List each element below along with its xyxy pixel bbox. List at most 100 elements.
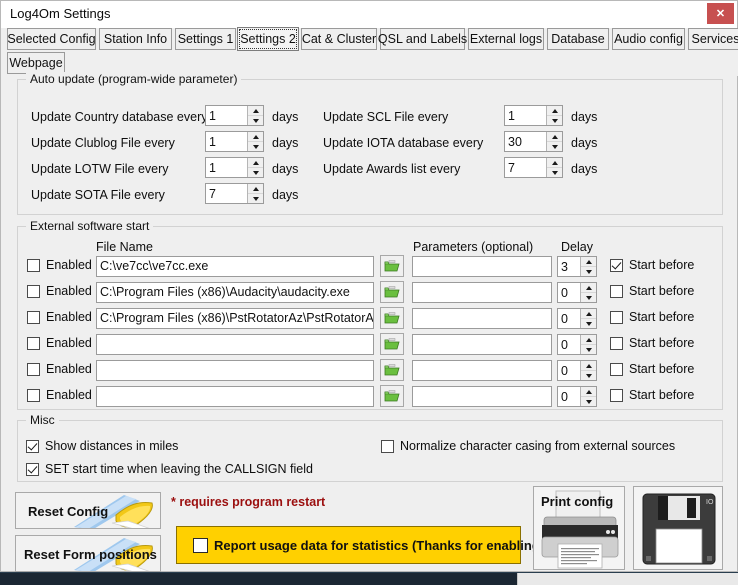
folder-open-icon[interactable] (380, 385, 404, 407)
external-delay-stepper-3[interactable]: 0 (557, 308, 597, 329)
report-usage-panel[interactable]: Report usage data for statistics (Thanks… (176, 526, 544, 564)
stepper-arrows[interactable] (580, 309, 596, 328)
update-clublog-value[interactable]: 1 (206, 132, 247, 151)
stepper-up-icon[interactable] (547, 158, 562, 167)
stepper-arrows[interactable] (580, 335, 596, 354)
folder-open-icon[interactable] (380, 281, 404, 303)
external-delay-value-5[interactable]: 0 (558, 361, 580, 380)
update-scl-value[interactable]: 1 (505, 106, 546, 125)
stepper-up-icon[interactable] (581, 283, 596, 292)
checkbox-icon[interactable] (610, 310, 623, 324)
checkbox-icon[interactable] (610, 258, 623, 272)
update-country-db-value[interactable]: 1 (206, 106, 247, 125)
external-filename-4[interactable] (96, 334, 374, 355)
external-row-start-before-5[interactable]: Start before (610, 362, 694, 376)
stepper-up-icon[interactable] (581, 387, 596, 396)
stepper-down-icon[interactable] (581, 266, 596, 276)
checkbox-icon[interactable] (26, 462, 39, 476)
tab-services[interactable]: Services (688, 28, 738, 50)
close-icon[interactable]: ✕ (707, 3, 734, 24)
external-row-enabled-3[interactable]: Enabled (27, 310, 92, 324)
external-delay-stepper-1[interactable]: 3 (557, 256, 597, 277)
stepper-down-icon[interactable] (547, 141, 562, 151)
tab-audio-config[interactable]: Audio config (612, 28, 685, 50)
checkbox-icon[interactable] (610, 284, 623, 298)
tab-webpage[interactable]: Webpage (7, 52, 65, 74)
update-iota-value[interactable]: 30 (505, 132, 546, 151)
print-config-button[interactable]: Print config (533, 486, 625, 570)
reset-config-button[interactable]: Reset Config (15, 492, 161, 529)
stepper-down-icon[interactable] (547, 115, 562, 125)
update-iota-stepper[interactable]: 30 (504, 131, 563, 152)
external-row-enabled-2[interactable]: Enabled (27, 284, 92, 298)
external-parameters-2[interactable] (412, 282, 552, 303)
checkbox-icon[interactable] (610, 388, 623, 402)
stepper-up-icon[interactable] (248, 184, 263, 193)
stepper-down-icon[interactable] (581, 370, 596, 380)
update-lotw-stepper[interactable]: 1 (205, 157, 264, 178)
folder-open-icon[interactable] (380, 359, 404, 381)
stepper-down-icon[interactable] (581, 344, 596, 354)
stepper-up-icon[interactable] (248, 132, 263, 141)
external-delay-stepper-2[interactable]: 0 (557, 282, 597, 303)
external-delay-value-6[interactable]: 0 (558, 387, 580, 406)
external-row-start-before-6[interactable]: Start before (610, 388, 694, 402)
external-filename-2[interactable]: C:\Program Files (x86)\Audacity\audacity… (96, 282, 374, 303)
tab-selected-config[interactable]: Selected Config (7, 28, 96, 50)
stepper-arrows[interactable] (546, 132, 562, 151)
external-filename-3[interactable]: C:\Program Files (x86)\PstRotatorAz\PstR… (96, 308, 374, 329)
normalize-casing-checkbox[interactable]: Normalize character casing from external… (381, 439, 675, 453)
stepper-up-icon[interactable] (581, 309, 596, 318)
checkbox-icon[interactable] (610, 336, 623, 350)
update-awards-stepper[interactable]: 7 (504, 157, 563, 178)
set-start-time-checkbox[interactable]: SET start time when leaving the CALLSIGN… (26, 462, 313, 476)
stepper-down-icon[interactable] (248, 115, 263, 125)
reset-form-positions-button[interactable]: Reset Form positions (15, 535, 161, 572)
tab-qsl-labels[interactable]: QSL and Labels (378, 28, 467, 50)
external-delay-value-2[interactable]: 0 (558, 283, 580, 302)
stepper-up-icon[interactable] (581, 335, 596, 344)
stepper-arrows[interactable] (247, 106, 263, 125)
stepper-arrows[interactable] (247, 158, 263, 177)
external-row-start-before-2[interactable]: Start before (610, 284, 694, 298)
external-filename-6[interactable] (96, 386, 374, 407)
stepper-down-icon[interactable] (581, 396, 596, 406)
checkbox-icon[interactable] (193, 537, 208, 553)
external-parameters-5[interactable] (412, 360, 552, 381)
stepper-arrows[interactable] (580, 257, 596, 276)
folder-open-icon[interactable] (380, 255, 404, 277)
checkbox-icon[interactable] (27, 284, 40, 298)
folder-open-icon[interactable] (380, 333, 404, 355)
tab-cat-cluster[interactable]: Cat & Cluster (301, 28, 377, 50)
tab-database[interactable]: Database (547, 28, 609, 50)
tab-settings-1[interactable]: Settings 1 (175, 28, 236, 50)
external-row-start-before-1[interactable]: Start before (610, 258, 694, 272)
external-row-enabled-5[interactable]: Enabled (27, 362, 92, 376)
stepper-up-icon[interactable] (547, 106, 562, 115)
external-delay-stepper-4[interactable]: 0 (557, 334, 597, 355)
external-filename-5[interactable] (96, 360, 374, 381)
external-delay-value-3[interactable]: 0 (558, 309, 580, 328)
stepper-down-icon[interactable] (248, 141, 263, 151)
external-parameters-4[interactable] (412, 334, 552, 355)
update-country-db-stepper[interactable]: 1 (205, 105, 264, 126)
stepper-arrows[interactable] (546, 106, 562, 125)
stepper-down-icon[interactable] (581, 292, 596, 302)
stepper-down-icon[interactable] (547, 167, 562, 177)
tab-station-info[interactable]: Station Info (99, 28, 172, 50)
stepper-arrows[interactable] (247, 132, 263, 151)
external-delay-stepper-6[interactable]: 0 (557, 386, 597, 407)
external-filename-1[interactable]: C:\ve7cc\ve7cc.exe (96, 256, 374, 277)
stepper-up-icon[interactable] (547, 132, 562, 141)
update-clublog-stepper[interactable]: 1 (205, 131, 264, 152)
checkbox-icon[interactable] (27, 310, 40, 324)
stepper-down-icon[interactable] (581, 318, 596, 328)
checkbox-icon[interactable] (27, 362, 40, 376)
stepper-arrows[interactable] (580, 387, 596, 406)
external-delay-value-4[interactable]: 0 (558, 335, 580, 354)
stepper-up-icon[interactable] (248, 158, 263, 167)
update-awards-value[interactable]: 7 (505, 158, 546, 177)
stepper-arrows[interactable] (546, 158, 562, 177)
stepper-up-icon[interactable] (581, 257, 596, 266)
tab-settings-2[interactable]: Settings 2 (237, 27, 299, 51)
